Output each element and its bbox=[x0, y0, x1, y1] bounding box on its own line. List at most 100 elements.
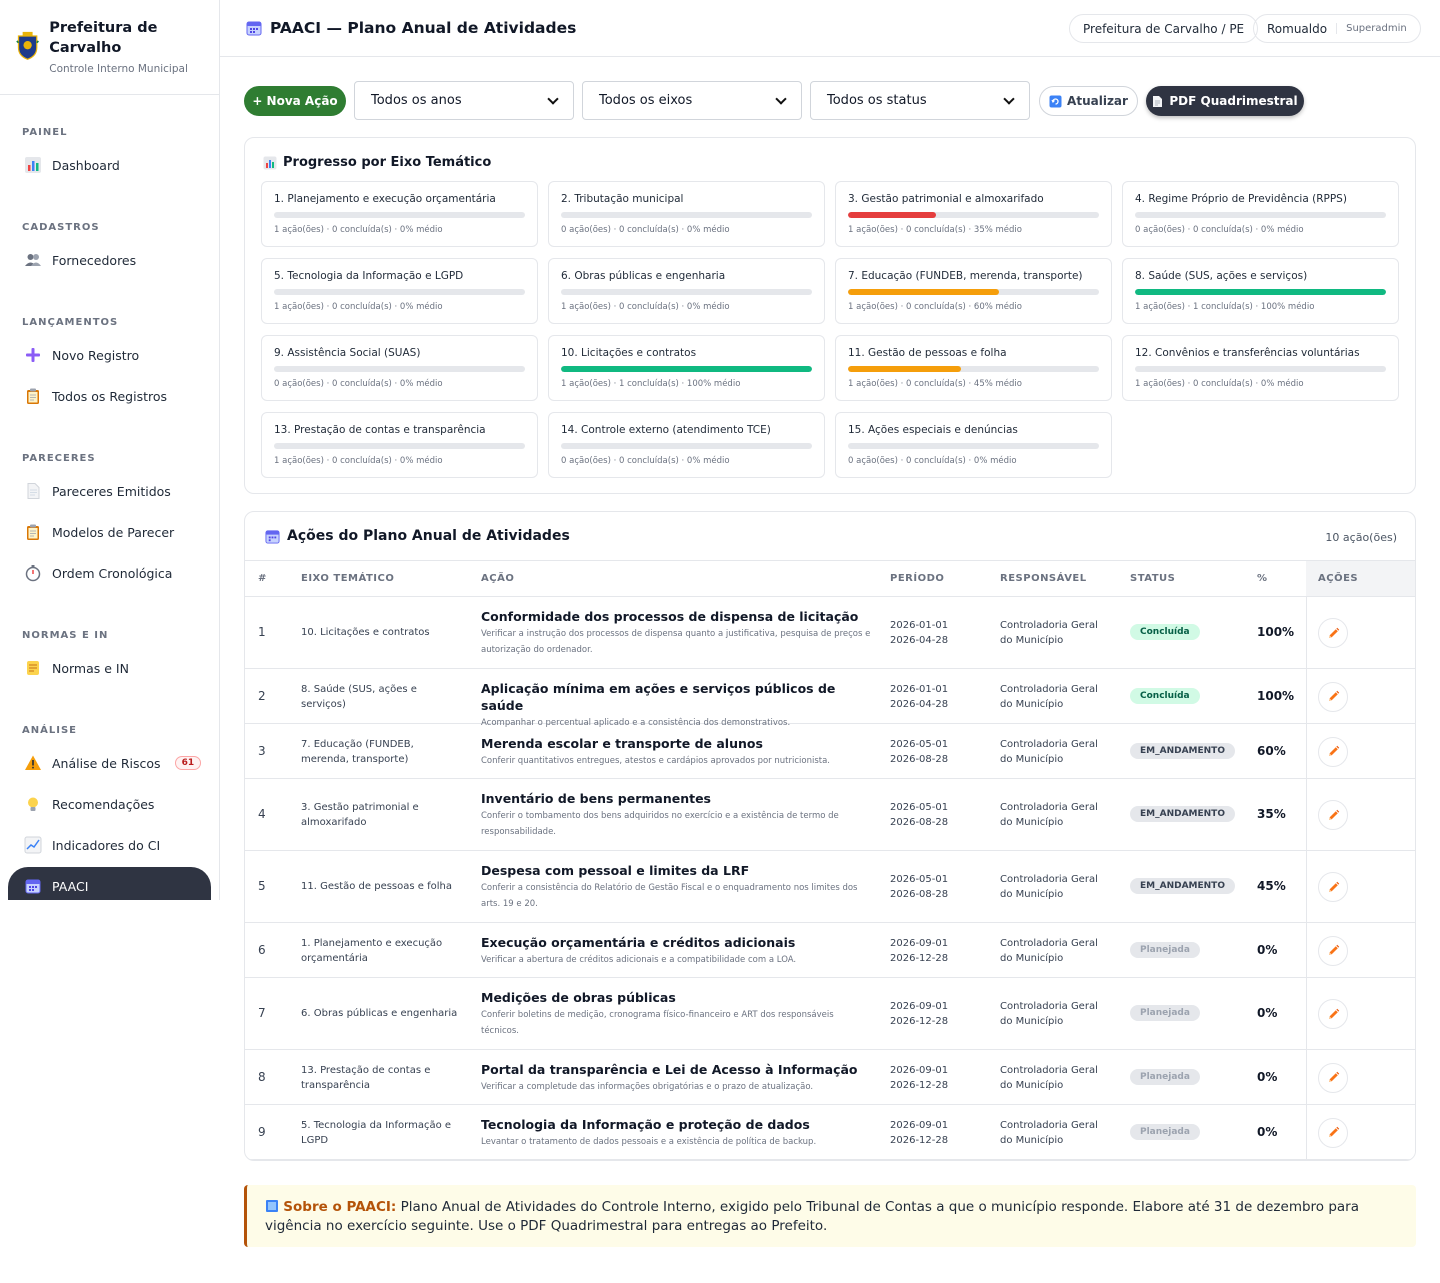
th-responsavel[interactable]: RESPONSÁVEL bbox=[1000, 573, 1087, 584]
axis-progress-bar bbox=[848, 289, 1099, 295]
period-start: 2026-01-01 bbox=[890, 683, 949, 695]
axis-name: 1. Planejamento e execução orçamentária bbox=[274, 193, 496, 205]
sidebar-item-novo-registro[interactable]: Novo Registro bbox=[8, 336, 211, 374]
year-filter-select[interactable]: Todos os anos bbox=[354, 81, 574, 120]
row-number: 8 bbox=[258, 1069, 266, 1084]
refresh-icon bbox=[1049, 95, 1062, 107]
axis-meta: 0 ação(ões) · 0 concluída(s) · 0% médio bbox=[848, 456, 1017, 466]
axis-name: 12. Convênios e transferências voluntári… bbox=[1135, 347, 1360, 359]
edit-button[interactable] bbox=[1318, 618, 1348, 648]
axis-progress-bar bbox=[848, 212, 1099, 218]
row-percent: 0% bbox=[1257, 1069, 1278, 1084]
edit-button[interactable] bbox=[1318, 999, 1348, 1029]
axis-name: 6. Obras públicas e engenharia bbox=[561, 270, 726, 282]
table-row[interactable]: 1 10. Licitações e contratos Conformidade … bbox=[245, 597, 1415, 669]
action-title: Portal da transparência e Lei de Acesso … bbox=[481, 1062, 858, 1077]
pdf-quadrimestral-button[interactable]: PDF Quadrimestral bbox=[1146, 86, 1304, 116]
th-eixo[interactable]: EIXO TEMÁTICO bbox=[301, 573, 394, 584]
table-row[interactable]: 7 6. Obras públicas e engenharia Medições … bbox=[245, 978, 1415, 1050]
table-row[interactable]: 3 7. Educação (FUNDEB, merenda, transport… bbox=[245, 724, 1415, 779]
sidebar-item-ordem-cronologica[interactable]: Ordem Cronológica bbox=[8, 554, 211, 592]
row-action: Medições de obras públicas Conferir bolet… bbox=[481, 989, 871, 1039]
sidebar-item-recomendacoes[interactable]: Recomendações bbox=[8, 785, 211, 823]
row-number: 6 bbox=[258, 942, 266, 957]
row-axis: 7. Educação (FUNDEB, merenda, transporte… bbox=[301, 738, 414, 765]
axis-meta: 1 ação(ões) · 0 concluída(s) · 0% médio bbox=[561, 302, 730, 312]
actions-count: 10 ação(ões) bbox=[1325, 531, 1397, 544]
user-menu[interactable]: Romualdo Superadmin bbox=[1253, 14, 1421, 43]
edit-button[interactable] bbox=[1318, 1062, 1348, 1093]
edit-button[interactable] bbox=[1318, 1117, 1348, 1148]
th-periodo[interactable]: PERÍODO bbox=[890, 573, 944, 584]
refresh-button[interactable]: Atualizar bbox=[1039, 86, 1138, 116]
axis-card: 10. Licitações e contratos 1 ação(ões) · … bbox=[548, 335, 825, 401]
status-badge: Planejada bbox=[1130, 1123, 1200, 1140]
axis-progress-bar bbox=[1135, 289, 1386, 295]
new-action-button[interactable]: + Nova Ação bbox=[244, 86, 346, 116]
edit-button[interactable] bbox=[1318, 736, 1348, 767]
sidebar-item-analise-de-riscos[interactable]: Análise de Riscos 61 bbox=[8, 744, 211, 782]
sidebar-item-label: Indicadores do CI bbox=[52, 837, 161, 853]
row-axis: 10. Licitações e contratos bbox=[301, 627, 430, 638]
edit-button[interactable] bbox=[1318, 800, 1348, 830]
status-badge: Planejada bbox=[1130, 1005, 1200, 1021]
axis-card: 12. Convênios e transferências voluntári… bbox=[1122, 335, 1399, 401]
brand-title: Prefeitura de Carvalho bbox=[49, 20, 158, 56]
action-title: Medições de obras públicas bbox=[481, 990, 676, 1005]
row-period: 2026-05-01 2026-08-28 bbox=[890, 737, 948, 767]
sidebar-item-label: Fornecedores bbox=[52, 252, 137, 268]
action-description: Verificar a instrução dos processos de d… bbox=[481, 629, 871, 655]
table-row[interactable]: 4 3. Gestão patrimonial e almoxarifado Inv… bbox=[245, 779, 1415, 851]
table-row[interactable]: 9 5. Tecnologia da Informação e LGPD Tecno… bbox=[245, 1105, 1415, 1160]
period-end: 2026-04-28 bbox=[890, 635, 949, 646]
chevron-down-icon bbox=[547, 92, 559, 105]
row-percent: 60% bbox=[1257, 743, 1286, 758]
th-pct[interactable]: % bbox=[1257, 573, 1268, 584]
table-row[interactable]: 6 1. Planejamento e execução orçamentária… bbox=[245, 923, 1415, 978]
sidebar-item-fornecedores[interactable]: Fornecedores bbox=[8, 241, 211, 279]
sidebar-item-modelos-de-parecer[interactable]: Modelos de Parecer bbox=[8, 513, 211, 551]
nav-section-cadastros: CADASTROS bbox=[22, 222, 100, 233]
table-row[interactable]: 8 13. Prestação de contas e transparência… bbox=[245, 1050, 1415, 1105]
row-number: 1 bbox=[258, 625, 266, 639]
axis-filter-select[interactable]: Todos os eixos bbox=[582, 81, 802, 120]
period-start: 2026-05-01 bbox=[890, 738, 949, 750]
org-selector[interactable]: Prefeitura de Carvalho / PE bbox=[1069, 14, 1259, 43]
sidebar-item-label: Normas e IN bbox=[52, 660, 129, 676]
table-row[interactable]: 5 11. Gestão de pessoas e folha Despesa co… bbox=[245, 851, 1415, 923]
axis-card: 5. Tecnologia da Informação e LGPD 1 ação… bbox=[261, 258, 538, 324]
axis-name: 10. Licitações e contratos bbox=[561, 347, 697, 359]
nav-section-pareceres: PARECERES bbox=[22, 453, 96, 464]
table-row[interactable]: 2 8. Saúde (SUS, ações e serviços) Aplicaç… bbox=[245, 669, 1415, 728]
sidebar-item-dashboard[interactable]: Dashboard bbox=[8, 146, 211, 184]
action-title: Conformidade dos processos de dispensa d… bbox=[481, 609, 859, 624]
axis-meta: 0 ação(ões) · 0 concluída(s) · 0% médio bbox=[1135, 225, 1304, 235]
row-period: 2026-01-01 2026-04-28 bbox=[890, 618, 948, 648]
edit-button[interactable] bbox=[1318, 935, 1348, 966]
year-filter-value: Todos os anos bbox=[371, 93, 462, 108]
edit-button[interactable] bbox=[1318, 681, 1348, 712]
action-description: Conferir o tombamento dos bens adquirido… bbox=[481, 811, 839, 837]
pencil-icon bbox=[1328, 944, 1339, 955]
row-percent: 0% bbox=[1257, 1006, 1278, 1020]
axis-name: 9. Assistência Social (SUAS) bbox=[274, 347, 421, 359]
axis-name: 13. Prestação de contas e transparência bbox=[274, 424, 486, 436]
row-percent: 0% bbox=[1257, 942, 1278, 957]
status-badge: EM_ANDAMENTO bbox=[1130, 878, 1235, 894]
refresh-label: Atualizar bbox=[1067, 94, 1128, 108]
row-responsible: Controladoria Geral do Município bbox=[1000, 683, 1098, 710]
axis-progress-bar bbox=[561, 366, 812, 372]
bar-chart-icon bbox=[24, 156, 42, 174]
sidebar-item-normas-e-in[interactable]: Normas e IN bbox=[8, 649, 211, 687]
status-badge: Planejada bbox=[1130, 941, 1200, 958]
edit-button[interactable] bbox=[1318, 872, 1348, 902]
th-status[interactable]: STATUS bbox=[1130, 573, 1175, 584]
sidebar-item-paaci[interactable]: PAACI bbox=[8, 867, 211, 900]
status-filter-select[interactable]: Todos os status bbox=[810, 81, 1030, 120]
sidebar-item-pareceres-emitidos[interactable]: Pareceres Emitidos bbox=[8, 472, 211, 510]
sidebar-item-todos-os-registros[interactable]: Todos os Registros bbox=[8, 377, 211, 415]
sidebar: Prefeitura de Carvalho Controle Interno … bbox=[0, 0, 220, 900]
pdf-label: PDF Quadrimestral bbox=[1169, 94, 1298, 108]
th-acao[interactable]: AÇÃO bbox=[481, 573, 514, 584]
sidebar-item-indicadores-do-ci[interactable]: Indicadores do CI bbox=[8, 826, 211, 864]
